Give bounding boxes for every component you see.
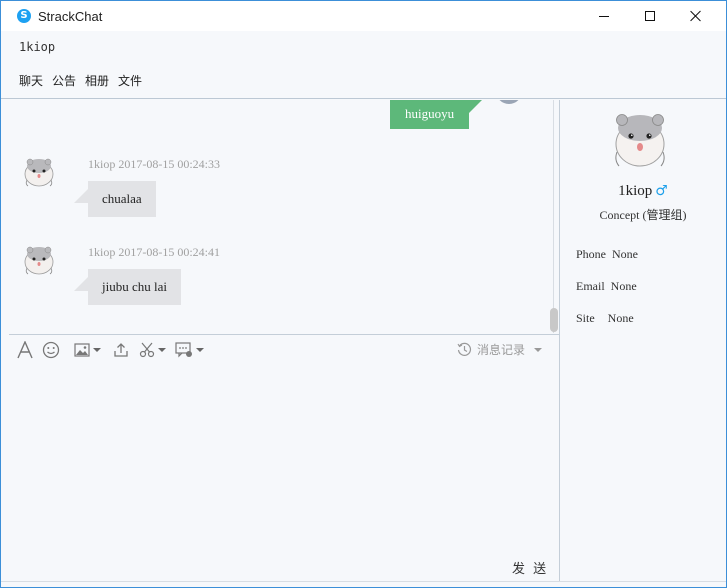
field-label: Phone xyxy=(576,247,606,261)
chevron-down-icon xyxy=(158,348,166,352)
tab-bar: 聊天 公告 相册 文件 xyxy=(19,72,142,89)
profile-field-email: Email None xyxy=(576,279,637,294)
send-button[interactable]: 发 送 xyxy=(512,558,548,577)
tab-files[interactable]: 文件 xyxy=(118,72,142,89)
message-scrollbar[interactable] xyxy=(549,100,559,333)
minimize-button[interactable] xyxy=(581,1,627,31)
field-label: Email xyxy=(576,279,605,293)
profile-name: 1kiop ♂ xyxy=(560,183,726,200)
emoji-button[interactable] xyxy=(42,341,60,359)
font-button[interactable] xyxy=(16,341,34,359)
maximize-icon xyxy=(645,11,655,21)
font-icon xyxy=(17,341,33,359)
field-label: Site xyxy=(576,311,595,325)
message-input[interactable]: 发 送 xyxy=(9,364,559,581)
profile-field-site: Site None xyxy=(576,311,634,326)
field-value: None xyxy=(607,311,634,325)
chevron-down-icon xyxy=(196,348,204,352)
chevron-down-icon xyxy=(93,348,101,352)
profile-role: Concept (管理组) xyxy=(599,208,687,222)
hamster-avatar-icon[interactable] xyxy=(607,106,673,172)
minimize-icon xyxy=(599,15,609,17)
tab-announcement[interactable]: 公告 xyxy=(52,72,76,89)
scissors-icon xyxy=(139,342,155,358)
app-logo-icon: S xyxy=(17,9,31,23)
tab-album[interactable]: 相册 xyxy=(85,72,109,89)
incoming-message-bubble: chualaa xyxy=(74,181,156,217)
close-icon xyxy=(690,10,702,22)
profile-field-phone: Phone None xyxy=(576,247,638,262)
composer-toolbar: 消息记录 xyxy=(9,334,559,364)
window-title: StrackChat xyxy=(38,9,103,24)
profile-name-text: 1kiop xyxy=(618,183,653,199)
contact-name: 1kiop xyxy=(19,40,56,54)
incoming-message-bubble: jiubu chu lai xyxy=(74,269,181,305)
scrollbar-thumb[interactable] xyxy=(550,308,558,332)
image-button[interactable] xyxy=(74,341,101,359)
upload-button[interactable] xyxy=(113,341,129,359)
close-button[interactable] xyxy=(673,1,719,31)
clock-history-icon xyxy=(457,342,472,356)
hamster-avatar-icon[interactable] xyxy=(21,242,57,278)
image-icon xyxy=(74,343,90,357)
own-avatar[interactable] xyxy=(496,100,522,104)
message-settings-button[interactable] xyxy=(175,341,204,359)
conversation-header: 1kiop 聊天 公告 相册 文件 xyxy=(1,31,726,99)
scrollbar-track xyxy=(553,100,554,333)
message-history-label: 消息记录 xyxy=(477,343,526,357)
field-value: None xyxy=(612,247,638,261)
message-settings-icon xyxy=(175,342,192,358)
chevron-down-icon xyxy=(534,347,543,352)
hamster-avatar-icon[interactable] xyxy=(21,154,57,190)
outgoing-message-bubble: huiguoyu xyxy=(390,100,484,129)
upload-icon xyxy=(114,343,128,357)
field-value: None xyxy=(610,279,637,293)
message-meta: 1kiop 2017-08-15 00:24:33 xyxy=(88,157,220,171)
male-gender-icon: ♂ xyxy=(655,183,668,199)
message-history-button[interactable]: 消息记录 xyxy=(457,341,543,358)
screenshot-button[interactable] xyxy=(139,341,166,359)
profile-panel: 1kiop ♂ Concept (管理组) Phone None Email No… xyxy=(560,100,726,581)
message-meta: 1kiop 2017-08-15 00:24:41 xyxy=(88,245,220,259)
emoji-icon xyxy=(42,341,60,359)
title-bar[interactable]: S StrackChat xyxy=(1,1,726,31)
message-list[interactable]: huiguoyu 1kiop 2017-08-15 00:24:33 chual… xyxy=(9,100,559,333)
maximize-button[interactable] xyxy=(627,1,673,31)
chat-window: S StrackChat 1kiop 聊天 公告 相册 文件 huiguoyu xyxy=(0,0,727,588)
window-bottom-edge xyxy=(1,581,726,587)
tab-chat[interactable]: 聊天 xyxy=(19,72,43,89)
